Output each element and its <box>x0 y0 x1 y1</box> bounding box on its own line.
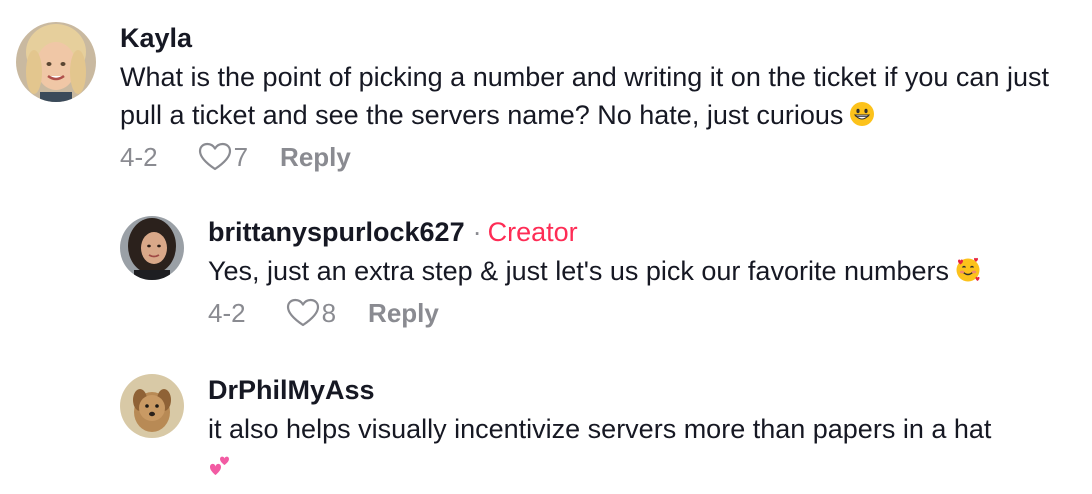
badge-separator: · <box>472 217 482 247</box>
smiling-face-with-hearts-emoji-icon <box>955 255 981 282</box>
reply-comment: brittanyspurlock627 · Creator Yes, just a… <box>120 216 1092 330</box>
comment: Kayla What is the point of picking a num… <box>16 22 1080 174</box>
comment-text: What is the point of picking a number an… <box>120 58 1080 134</box>
username[interactable]: Kayla <box>120 22 1080 54</box>
reply-comment: DrPhilMyAss it also helps visually incen… <box>120 374 1092 486</box>
username[interactable]: DrPhilMyAss <box>208 374 1092 406</box>
comment-text: it also helps visually incentivize serve… <box>208 410 1092 486</box>
two-hearts-emoji-icon <box>208 451 234 477</box>
like-count: 7 <box>233 142 249 172</box>
grinning-face-emoji-icon <box>849 99 875 126</box>
avatar[interactable] <box>120 216 184 280</box>
comment-thread: Kayla What is the point of picking a num… <box>0 0 1092 494</box>
comment-meta: 4-2 7 Reply <box>120 140 1080 174</box>
creator-badge: · Creator <box>473 216 578 248</box>
comment-text-content: What is the point of picking a number an… <box>120 62 1049 130</box>
comment-text-content: it also helps visually incentivize serve… <box>208 414 992 444</box>
avatar[interactable] <box>16 22 96 102</box>
like-button[interactable]: 8 <box>286 296 336 330</box>
heart-outline-icon[interactable] <box>286 298 320 328</box>
username-text[interactable]: Kayla <box>120 22 192 54</box>
like-button[interactable]: 7 <box>198 140 248 174</box>
username-text[interactable]: brittanyspurlock627 <box>208 216 465 248</box>
username[interactable]: brittanyspurlock627 · Creator <box>208 216 1092 248</box>
comment-text-content: Yes, just an extra step & just let's us … <box>208 256 950 286</box>
comment-meta: 4-2 8 Reply <box>208 296 1092 330</box>
username-text[interactable]: DrPhilMyAss <box>208 374 375 406</box>
comment-date: 4-2 <box>120 142 158 172</box>
creator-badge-label: Creator <box>487 217 578 247</box>
comment-text: Yes, just an extra step & just let's us … <box>208 252 1092 290</box>
avatar[interactable] <box>120 374 184 438</box>
like-count: 8 <box>321 298 337 328</box>
reply-button[interactable]: Reply <box>280 140 351 174</box>
comment-date: 4-2 <box>208 298 246 328</box>
heart-outline-icon[interactable] <box>198 142 232 172</box>
reply-button[interactable]: Reply <box>368 296 439 330</box>
